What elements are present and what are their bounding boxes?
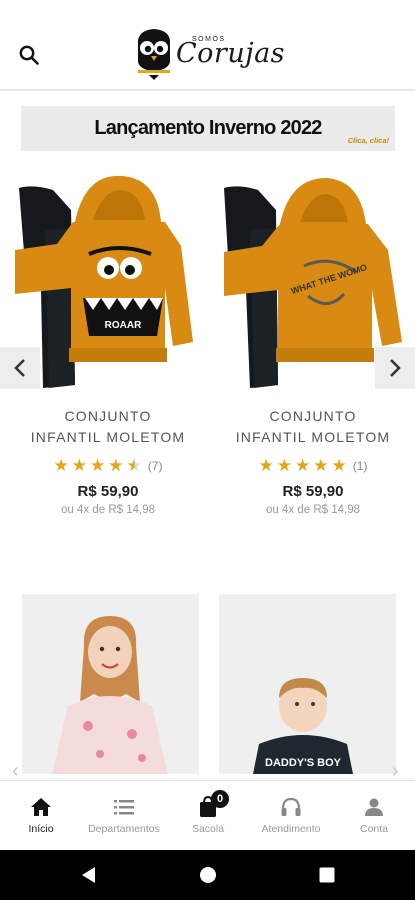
star-icon: ★ [313, 456, 329, 475]
card-print-text: DADDY'S BOY [265, 757, 342, 769]
home-circle-icon [200, 867, 216, 883]
category-card[interactable] [22, 594, 199, 774]
product-name-line1: CONJUNTO [269, 408, 357, 424]
product-name-line2: INFANTIL MOLETOM [30, 429, 186, 445]
product-name-line1: CONJUNTO [64, 408, 152, 424]
card-image: DADDY'S BOY [253, 678, 353, 774]
bottom-navigation: Início Departamentos Sacola 0 Atendiment… [0, 780, 415, 850]
back-triangle-icon [82, 867, 95, 883]
list-icon [114, 800, 134, 815]
headset-icon [281, 797, 301, 816]
product-image: ROAAR [15, 175, 193, 388]
promo-banner[interactable]: Lançamento Inverno 2022 Clica, clica! [21, 106, 395, 151]
system-home-button[interactable] [197, 864, 219, 886]
category-card[interactable]: DADDY'S BOY [219, 594, 396, 774]
product-rating: ★ ★ ★ ★ ★ (7) [13, 457, 203, 474]
star-icon: ★ [71, 456, 88, 475]
star-icon: ★ [276, 456, 293, 475]
nav-label: Atendimento [261, 823, 321, 835]
product-rating: ★ ★ ★ ★ ★ (1) [218, 457, 408, 474]
banner-title: Lançamento Inverno 2022 [94, 117, 322, 139]
review-count: (7) [147, 458, 163, 473]
carousel-prev-button[interactable] [0, 347, 40, 389]
search-icon [19, 45, 39, 65]
carousel-next-button[interactable] [375, 347, 415, 389]
product-name: CONJUNTO INFANTIL MOLETOM [13, 406, 203, 448]
nav-inicio[interactable]: Início [16, 781, 66, 851]
star-icon: ★ [53, 456, 69, 475]
system-recents-button[interactable] [316, 864, 338, 886]
star-icon: ★ [331, 456, 347, 475]
recents-square-icon [319, 867, 335, 883]
product-print-text: ROAAR [105, 320, 142, 331]
product-name-line2: INFANTIL MOLETOM [235, 429, 391, 445]
chevron-right-icon [390, 359, 401, 377]
home-icon [31, 798, 51, 816]
nav-label: Departamentos [88, 823, 160, 835]
app-header: SOMOS Corujas [0, 0, 415, 91]
nav-conta[interactable]: Conta [352, 781, 396, 851]
half-star-icon: ★ [126, 456, 142, 475]
logo-main-text: Corujas [176, 38, 286, 69]
user-icon [365, 798, 383, 816]
chevron-left-icon [14, 359, 25, 377]
product-name: CONJUNTO INFANTIL MOLETOM [218, 406, 408, 448]
product-installments: ou 4x de R$ 14,98 [266, 504, 360, 516]
review-count: (1) [352, 458, 368, 473]
star-icon: ★ [90, 456, 106, 475]
system-nav-bar [0, 850, 415, 900]
product-price: R$ 59,90 [282, 483, 344, 500]
product-installments: ou 4x de R$ 14,98 [61, 504, 155, 516]
header-divider [0, 89, 415, 91]
nav-atendimento[interactable]: Atendimento [255, 781, 327, 851]
system-back-button[interactable] [78, 864, 100, 886]
nav-label: Sacola [191, 823, 225, 835]
cart-count-badge: 0 [211, 790, 229, 808]
product-price: R$ 59,90 [77, 483, 139, 500]
brand-logo[interactable]: SOMOS Corujas [134, 26, 286, 82]
nav-label: Conta [359, 823, 389, 835]
star-icon: ★ [108, 456, 124, 475]
nav-departamentos[interactable]: Departamentos [84, 781, 164, 851]
nav-sacola[interactable]: Sacola 0 [186, 781, 230, 851]
card-image [52, 616, 168, 774]
nav-label: Início [28, 823, 54, 835]
owl-logo-icon [138, 29, 170, 80]
search-button[interactable] [14, 40, 44, 70]
banner-cta: Clica, clica! [347, 136, 389, 145]
star-icon: ★ [258, 456, 274, 475]
star-icon: ★ [295, 456, 311, 475]
